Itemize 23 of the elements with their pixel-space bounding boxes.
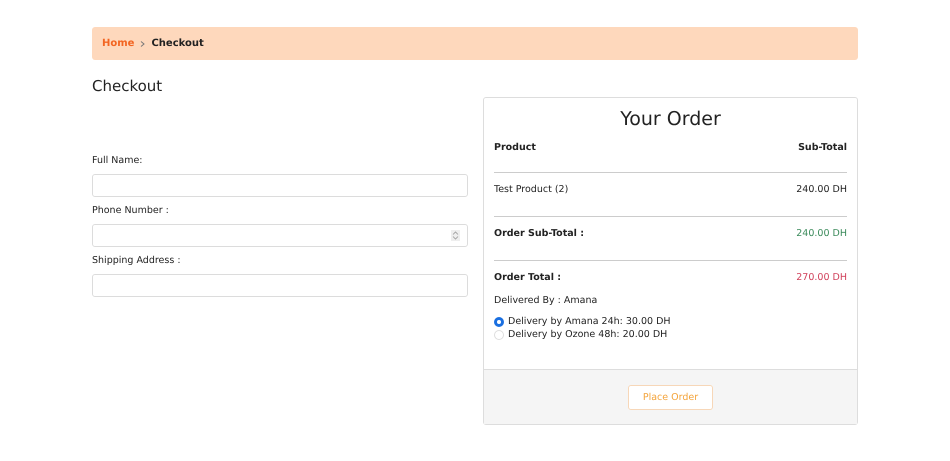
option-label[interactable]: Delivery by Amana 24h: 30.00 DH [508, 316, 671, 327]
radio-button[interactable] [494, 316, 504, 326]
row-label: Test Product (2) [494, 184, 568, 195]
chevron-icon [140, 40, 146, 46]
column-header: Product [494, 142, 536, 153]
row-amount: 270.00 DH [796, 272, 847, 283]
option-label[interactable]: Delivery by Ozone 48h: 20.00 DH [508, 329, 668, 340]
row-label: Order Sub-Total : [494, 228, 584, 239]
row-amount: 240.00 DH [796, 228, 847, 239]
row-amount: 240.00 DH [796, 184, 847, 195]
order-title: Your Order [619, 108, 722, 130]
row-label: Order Total : [494, 272, 562, 283]
breadcrumb-link[interactable]: Checkout [151, 38, 204, 49]
column-header: Sub-Total [798, 142, 847, 153]
page-title: Checkout [92, 76, 164, 96]
input-field[interactable] [92, 174, 468, 197]
field-label: Shipping Address : [92, 255, 182, 268]
input-field[interactable] [92, 274, 468, 297]
field-label: Full Name: [92, 155, 144, 168]
input-field[interactable] [92, 224, 468, 247]
delivery-text: Delivered By : Amana [494, 295, 598, 306]
field-label: Phone Number : [92, 205, 170, 218]
spinner-icon[interactable] [451, 230, 460, 241]
